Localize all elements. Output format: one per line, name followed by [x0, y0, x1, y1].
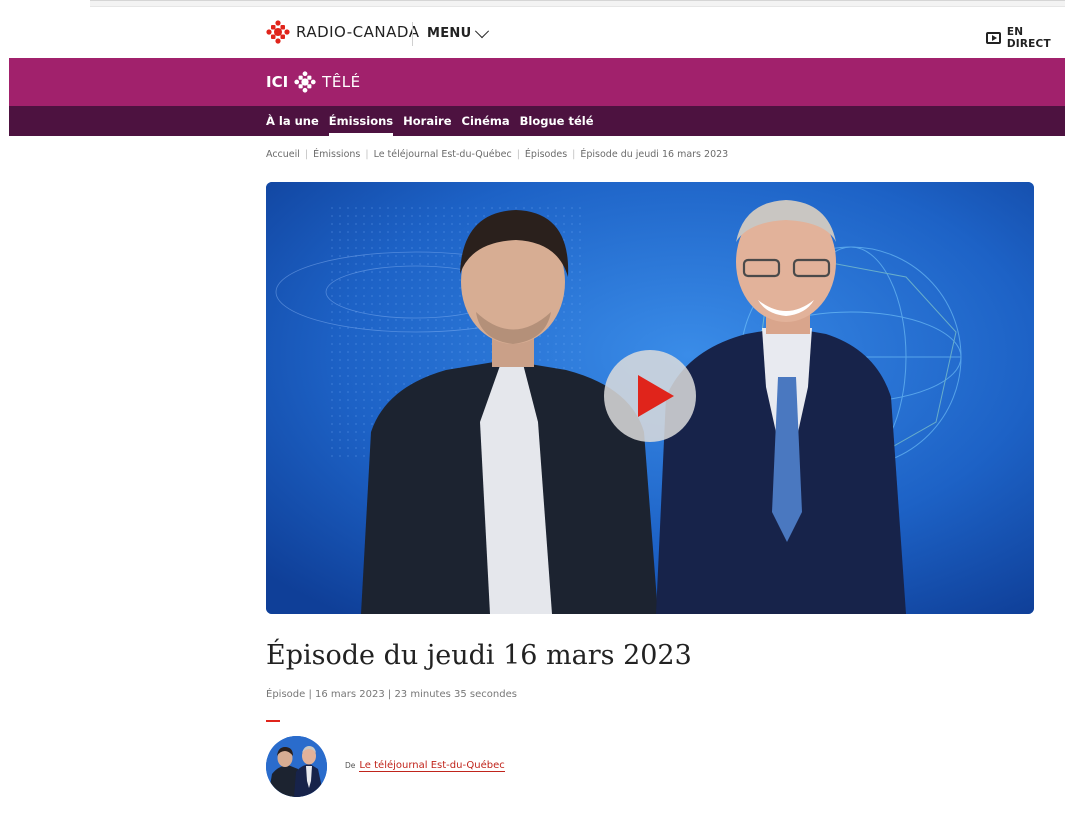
tv-play-icon — [986, 32, 1001, 44]
breadcrumb-emissions[interactable]: Émissions — [313, 149, 360, 160]
menu-label: MENU — [427, 26, 472, 41]
show-link[interactable]: Le téléjournal Est-du-Québec — [359, 760, 505, 772]
tele-label: TÊLÉ — [322, 73, 361, 91]
breadcrumb-separator: | — [304, 149, 309, 160]
nav-item-horaire[interactable]: Horaire — [403, 106, 451, 136]
nav-item-blogue-tele[interactable]: Blogue télé — [520, 106, 594, 136]
section-nav: À la une Émissions Horaire Cinéma Blogue… — [9, 106, 1065, 136]
radio-canada-gem-icon — [266, 20, 290, 44]
ici-tele-banner: ICI TÊLÉ — [9, 58, 1065, 106]
show-avatar[interactable] — [266, 736, 327, 797]
byline: De Le téléjournal Est-du-Québec — [345, 760, 505, 772]
live-button[interactable]: EN DIRECT — [986, 26, 1065, 50]
play-button[interactable] — [604, 350, 696, 442]
breadcrumb-separator: | — [516, 149, 520, 160]
show-avatar-image — [266, 736, 327, 797]
accent-divider — [266, 720, 280, 722]
browser-top-line — [90, 0, 1065, 7]
episode-meta: Épisode | 16 mars 2023 | 23 minutes 35 s… — [266, 689, 517, 700]
page-title: Épisode du jeudi 16 mars 2023 — [266, 640, 692, 671]
byline-prefix: De — [345, 761, 356, 770]
breadcrumb-episodes[interactable]: Épisodes — [525, 149, 567, 160]
header-divider — [412, 22, 413, 46]
breadcrumb-show[interactable]: Le téléjournal Est-du-Québec — [374, 149, 512, 160]
breadcrumb-separator: | — [572, 149, 576, 160]
chevron-down-icon — [475, 23, 490, 38]
radio-canada-logo[interactable]: RADIO-CANADA — [266, 20, 419, 44]
breadcrumb-separator: | — [365, 149, 369, 160]
menu-button[interactable]: MENU — [427, 23, 490, 41]
brand-wordmark: RADIO-CANADA — [296, 23, 420, 41]
nav-item-cinema[interactable]: Cinéma — [462, 106, 510, 136]
ici-label: ICI — [266, 73, 289, 91]
nav-item-emissions[interactable]: Émissions — [328, 106, 394, 136]
breadcrumb-accueil[interactable]: Accueil — [266, 149, 300, 160]
ici-tele-logo[interactable]: ICI TÊLÉ — [266, 71, 361, 93]
gem-white-icon — [294, 71, 316, 93]
video-player[interactable] — [266, 182, 1034, 614]
breadcrumb: Accueil | Émissions | Le téléjournal Est… — [266, 149, 728, 160]
nav-items: À la une Émissions Horaire Cinéma Blogue… — [266, 106, 594, 136]
site-header: RADIO-CANADA MENU EN DIRECT — [0, 12, 1065, 56]
live-label: EN DIRECT — [1006, 26, 1051, 50]
nav-item-a-la-une[interactable]: À la une — [266, 106, 319, 136]
breadcrumb-current: Épisode du jeudi 16 mars 2023 — [580, 149, 729, 160]
